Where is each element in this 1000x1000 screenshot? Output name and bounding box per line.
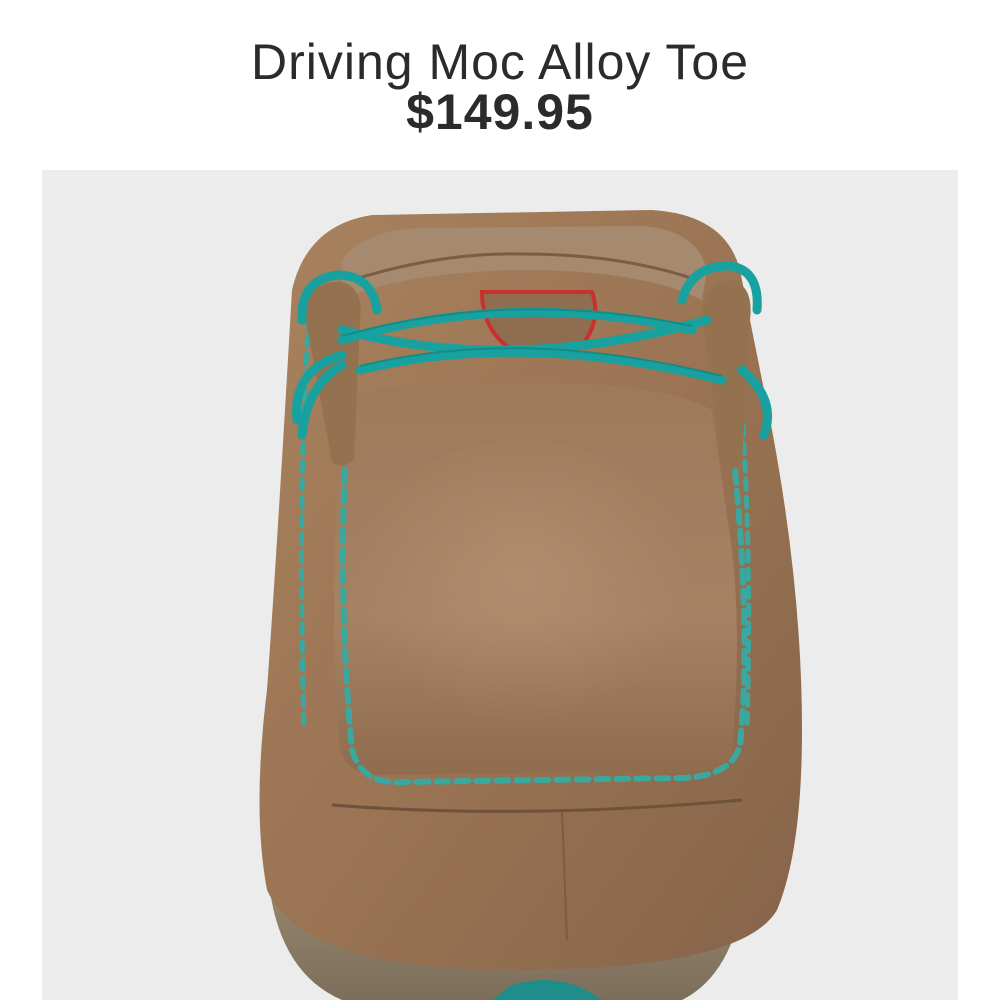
product-price: $149.95 xyxy=(406,84,594,140)
shoe-illustration xyxy=(259,210,802,1000)
product-image[interactable] xyxy=(42,170,958,1000)
product-page: Driving Moc Alloy Toe $149.95 xyxy=(0,0,1000,1000)
